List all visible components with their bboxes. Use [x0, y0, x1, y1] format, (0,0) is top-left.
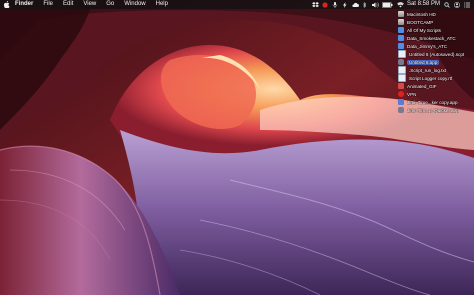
desktop-item-label: Untitled 6.app: [407, 59, 440, 65]
desktop-item-script-logger-copy[interactable]: Script Logger copy.rtf: [398, 74, 474, 82]
menu-view[interactable]: View: [78, 0, 101, 9]
lightning-icon[interactable]: [342, 1, 348, 8]
bluetooth-icon[interactable]: [362, 1, 368, 8]
menu-file[interactable]: File: [38, 0, 58, 9]
volume-icon[interactable]: [371, 1, 379, 8]
menu-go[interactable]: Go: [101, 0, 119, 9]
desktop-item-label: Script Logger copy.rtf: [409, 75, 453, 81]
document-icon: [398, 66, 406, 74]
menu-edit[interactable]: Edit: [58, 0, 78, 9]
document-icon: [398, 74, 406, 82]
folder-icon: [398, 35, 404, 41]
desktop-item-label: Jimi_Tim...p_Quicker.app: [407, 107, 459, 113]
battery-icon[interactable]: [381, 1, 393, 8]
search-icon[interactable]: [444, 1, 450, 8]
app-icon: [398, 59, 404, 65]
desktop-item-untitled-6-app[interactable]: Untitled 6.app: [398, 58, 474, 66]
script-icon: [398, 50, 406, 58]
cloud-icon[interactable]: [352, 2, 359, 8]
desktop-item-label: Macintosh HD: [407, 11, 436, 17]
folder-icon: [398, 43, 404, 49]
desktop-item-label: Data_Smokestack_ATC: [407, 35, 456, 41]
desktop-item-label: All Of My Scripts: [407, 27, 441, 33]
gif-icon: [398, 83, 404, 89]
menubar-clock[interactable]: Sat 8:58 PM: [407, 0, 440, 9]
desktop-item-label: BOOTCAMP: [407, 19, 434, 25]
dropbox-icon[interactable]: [311, 1, 319, 8]
record-icon[interactable]: [322, 1, 328, 8]
desktop-item-label: Jimi_Time...ker copy.app: [407, 99, 458, 105]
user-icon[interactable]: [454, 1, 460, 8]
desktop-item-animated-gif[interactable]: Animated_GIF: [398, 82, 474, 90]
app-icon: [398, 99, 404, 105]
notification-center-icon[interactable]: [464, 2, 470, 8]
desktop-item-macintosh-hd[interactable]: Macintosh HD: [398, 10, 474, 18]
folder-icon: [398, 27, 404, 33]
wifi-icon[interactable]: [396, 1, 405, 8]
desktop-item-label: Data_Jimmy's_ATC: [407, 43, 448, 49]
menu-window[interactable]: Window: [119, 0, 150, 9]
status-menu-extras: Sat 8:58 PM: [311, 0, 470, 9]
desktop-item-label: VPN: [407, 91, 417, 97]
mic-icon[interactable]: [332, 1, 338, 8]
menu-app-name[interactable]: Finder: [11, 0, 38, 9]
desktop-item-data-jimmys-atc[interactable]: Data_Jimmy's_ATC: [398, 42, 474, 50]
desktop-item-bootcamp[interactable]: BOOTCAMP: [398, 18, 474, 26]
drive-icon: [398, 11, 404, 17]
menu-help[interactable]: Help: [151, 0, 173, 9]
desktop-item-label: .Script_run_log.txt: [409, 67, 447, 73]
desktop-item-label: Untitled 6 (Autosaved).scpt: [409, 51, 465, 57]
desktop-item-untitled-6-scpt[interactable]: Untitled 6 (Autosaved).scpt: [398, 50, 474, 58]
vpn-icon: [398, 91, 404, 97]
desktop-item-data-smokestack-atc[interactable]: Data_Smokestack_ATC: [398, 34, 474, 42]
desktop-item-vpn[interactable]: VPN: [398, 90, 474, 98]
desktop-item-label: Animated_GIF: [407, 83, 437, 89]
desktop-item-jimi-tim-quicker-app[interactable]: Jimi_Tim...p_Quicker.app: [398, 106, 474, 114]
desktop-item-all-of-my-scripts[interactable]: All Of My Scripts: [398, 26, 474, 34]
menu-bar: Finder File Edit View Go Window Help Sat…: [0, 0, 474, 9]
desktop-item-jimi-time-copy-app[interactable]: Jimi_Time...ker copy.app: [398, 98, 474, 106]
apple-icon[interactable]: [3, 0, 11, 9]
drive-icon: [398, 19, 404, 25]
desktop-item-script-run-log[interactable]: .Script_run_log.txt: [398, 66, 474, 74]
app-icon: [398, 107, 404, 113]
